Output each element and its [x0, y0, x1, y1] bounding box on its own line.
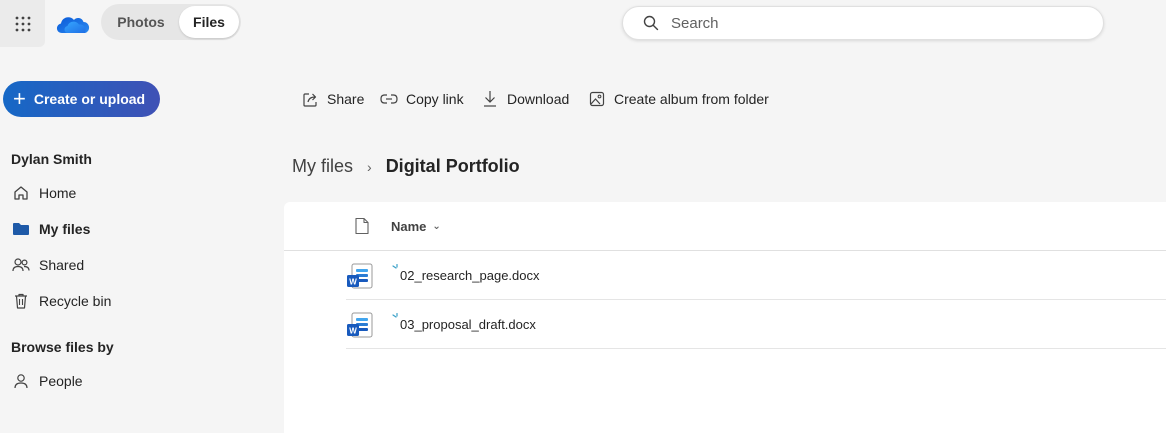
browse-files-heading: Browse files by [11, 339, 114, 355]
file-list-header: Name ⌄ [284, 202, 1166, 251]
create-album-label: Create album from folder [614, 91, 769, 107]
table-row[interactable]: W 03_proposal_draft.docx [346, 300, 1166, 349]
chevron-right-icon: › [367, 158, 372, 175]
search-input[interactable] [671, 14, 1071, 32]
create-or-upload-button[interactable]: + Create or upload [3, 81, 160, 117]
create-or-upload-label: Create or upload [33, 91, 146, 107]
sidebar-item-label: Shared [39, 257, 85, 273]
folder-icon [11, 219, 31, 239]
share-label: Share [327, 91, 365, 107]
file-name[interactable]: 03_proposal_draft.docx [400, 317, 536, 332]
download-button[interactable]: Download [481, 88, 569, 110]
file-type-icon[interactable] [354, 217, 370, 235]
breadcrumb: My files › Digital Portfolio [292, 156, 520, 177]
word-document-icon: W [347, 263, 373, 289]
onedrive-logo-icon[interactable] [54, 9, 92, 37]
download-icon [481, 90, 499, 108]
share-icon [301, 90, 319, 108]
people-icon [11, 255, 31, 275]
sidebar-item-label: My files [39, 221, 91, 237]
view-switcher: Photos Files [101, 4, 241, 40]
search-icon [643, 15, 659, 31]
svg-text:W: W [349, 327, 357, 336]
waffle-icon [15, 16, 30, 31]
page-title: Digital Portfolio [385, 156, 520, 176]
plus-icon: + [13, 86, 26, 111]
svg-text:W: W [349, 278, 357, 287]
album-icon [588, 90, 606, 108]
tab-files[interactable]: Files [179, 6, 239, 38]
chevron-down-icon: ⌄ [432, 221, 441, 232]
sidebar-item-label: Recycle bin [39, 293, 112, 309]
create-album-button[interactable]: Create album from folder [588, 88, 769, 110]
column-header-name[interactable]: Name ⌄ [391, 219, 441, 234]
copy-link-button[interactable]: Copy link [380, 88, 464, 110]
copy-link-label: Copy link [406, 91, 464, 107]
download-label: Download [507, 91, 570, 107]
breadcrumb-my-files[interactable]: My files [292, 156, 353, 177]
sidebar-item-people[interactable]: People [11, 369, 83, 393]
tab-photos[interactable]: Photos [103, 6, 179, 38]
file-list-panel: Name ⌄ W 02_research_page.docx W 03_prop… [284, 202, 1166, 433]
sidebar-item-my-files[interactable]: My files [11, 217, 90, 241]
column-header-label: Name [391, 219, 427, 234]
person-icon [11, 371, 31, 391]
app-launcher-button[interactable] [0, 0, 45, 47]
sidebar-item-home[interactable]: Home [11, 181, 76, 205]
trash-icon [11, 291, 31, 311]
sidebar-item-shared[interactable]: Shared [11, 253, 84, 277]
link-icon [380, 90, 398, 108]
search-box[interactable] [622, 6, 1104, 40]
table-row[interactable]: W 02_research_page.docx [346, 251, 1166, 300]
sidebar-item-label: People [39, 373, 83, 389]
user-name: Dylan Smith [11, 151, 92, 167]
file-name[interactable]: 02_research_page.docx [400, 268, 540, 283]
word-document-icon: W [347, 312, 373, 338]
sidebar-item-label: Home [39, 185, 77, 201]
home-icon [11, 183, 31, 203]
share-button[interactable]: Share [301, 88, 364, 110]
sidebar-item-recycle-bin[interactable]: Recycle bin [11, 289, 111, 313]
